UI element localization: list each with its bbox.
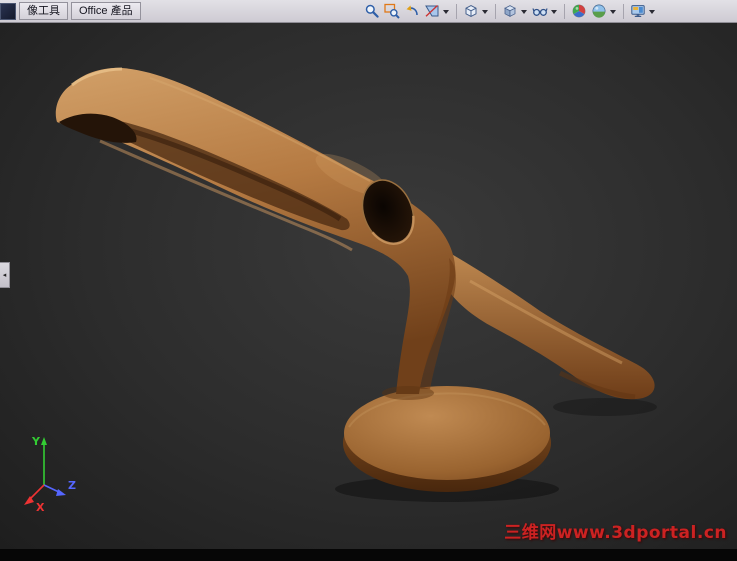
hide-show-items-button[interactable] (531, 2, 549, 20)
previous-view-icon (406, 5, 418, 16)
tab-image-tools[interactable]: 像工具 (19, 2, 68, 20)
main-toolbar: 像工具 Office 產品 (0, 0, 737, 23)
section-view-icon (425, 4, 439, 17)
axis-x-label: X (36, 501, 45, 514)
coordinate-triad: Y Z X (24, 435, 76, 514)
display-style-icon (504, 5, 516, 18)
app-icon[interactable] (0, 2, 16, 20)
model-base-top[interactable] (344, 386, 550, 480)
zoom-to-fit-icon (365, 4, 379, 18)
toolbar-separator (456, 3, 457, 19)
view-toolbar (363, 2, 657, 20)
application-window: 像工具 Office 產品 ◂ Y Z X 三维网www.3dportal.cn (0, 0, 737, 561)
watermark: 三维网www.3dportal.cn (504, 523, 727, 543)
tab-office-products[interactable]: Office 產品 (71, 2, 141, 20)
chevron-down-icon[interactable] (551, 10, 557, 17)
view-orientation-button[interactable] (462, 2, 480, 20)
edit-appearance-icon (572, 4, 586, 18)
zoom-to-fit-button[interactable] (363, 2, 381, 20)
hide-show-items-icon (532, 8, 548, 16)
toolbar-separator (495, 3, 496, 19)
panel-collapse-arrow[interactable]: ◂ (0, 262, 10, 288)
axis-z-label: Z (68, 479, 76, 492)
zoom-to-area-button[interactable] (383, 2, 401, 20)
toolbar-separator (623, 3, 624, 19)
section-view-button[interactable] (423, 2, 441, 20)
axis-y-label: Y (31, 435, 41, 448)
chevron-down-icon[interactable] (521, 10, 527, 17)
toolbar-separator (564, 3, 565, 19)
foot-shadow (553, 398, 657, 416)
apply-scene-button[interactable] (590, 2, 608, 20)
view-settings-button[interactable] (629, 2, 647, 20)
view-settings-icon (631, 5, 645, 17)
previous-view-button[interactable] (403, 2, 421, 20)
edit-appearance-button[interactable] (570, 2, 588, 20)
chevron-down-icon[interactable] (649, 10, 655, 17)
viewport-3d[interactable]: ◂ Y Z X 三维网www.3dportal.cn (0, 23, 737, 549)
chevron-down-icon[interactable] (482, 10, 488, 17)
bottom-bar (0, 549, 737, 561)
chevron-down-icon[interactable] (610, 10, 616, 17)
zoom-to-area-icon (384, 3, 400, 19)
view-orientation-icon (465, 5, 477, 17)
chevron-down-icon[interactable] (443, 10, 449, 17)
apply-scene-icon (592, 4, 606, 18)
display-style-button[interactable] (501, 2, 519, 20)
model-canvas[interactable] (0, 23, 737, 549)
